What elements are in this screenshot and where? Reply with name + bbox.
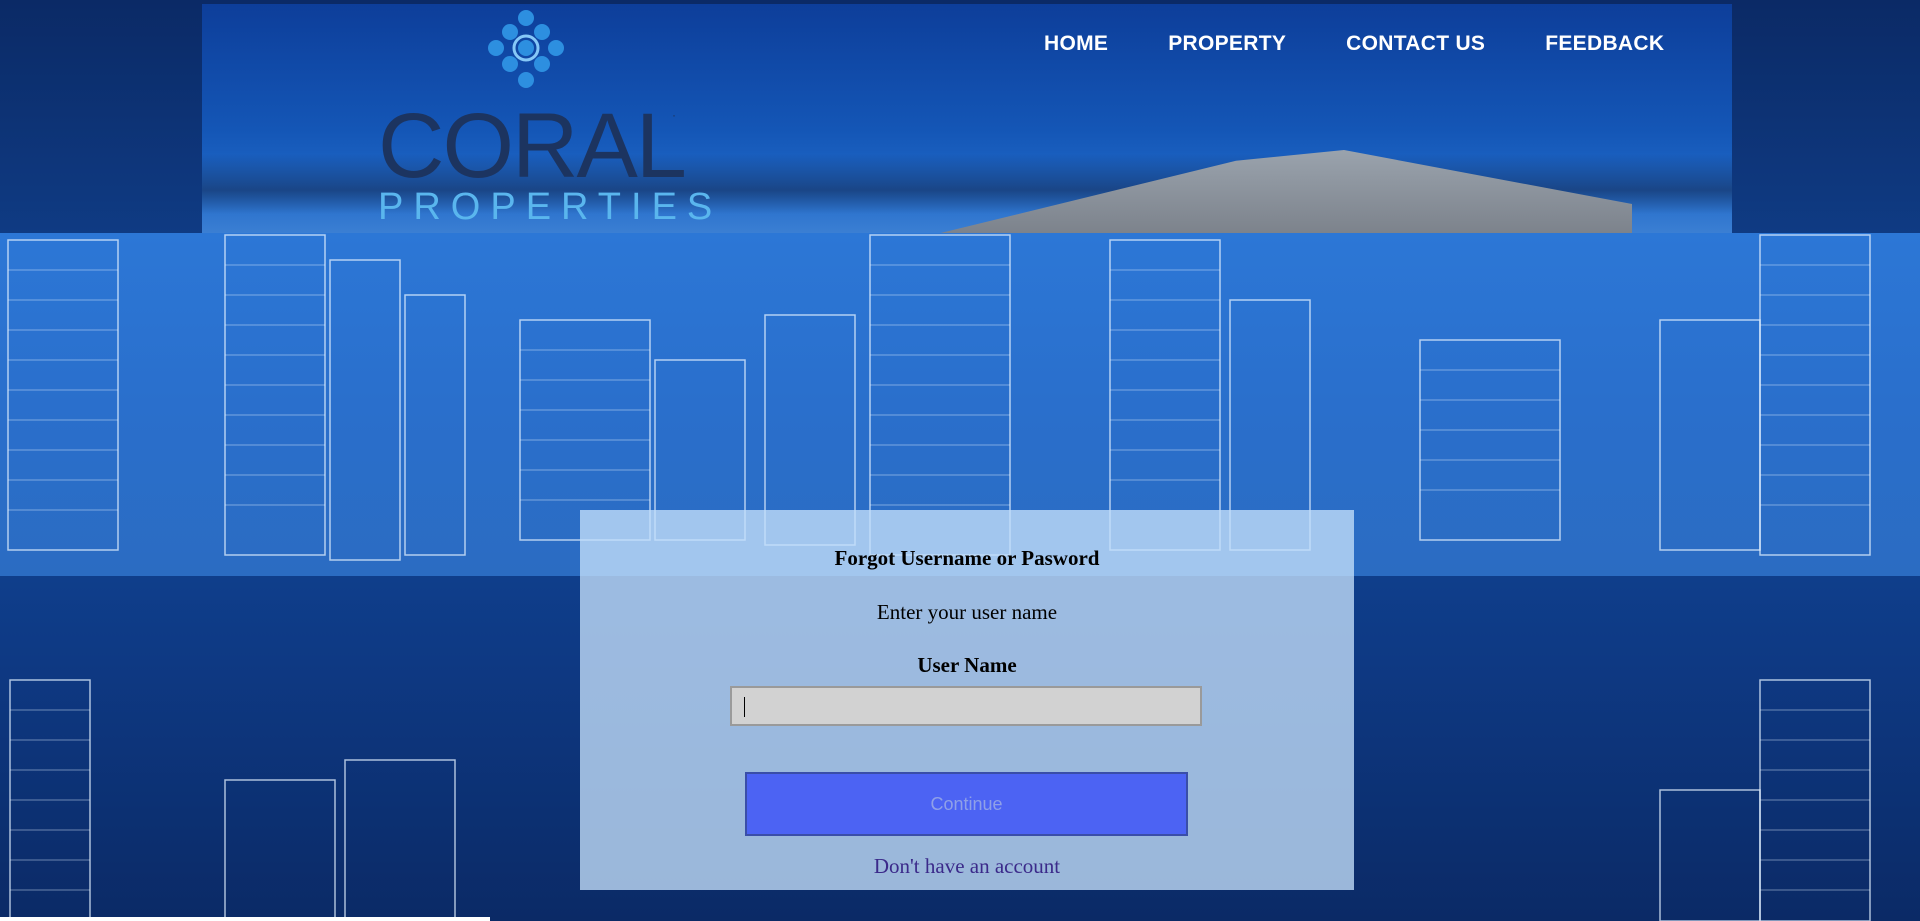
text-caret xyxy=(744,697,745,717)
form-title: Forgot Username or Pasword xyxy=(834,546,1100,570)
nav-property[interactable]: PROPERTY xyxy=(1168,32,1286,56)
nav-contact-us[interactable]: CONTACT US xyxy=(1346,32,1485,56)
nav-feedback[interactable]: FEEDBACK xyxy=(1545,32,1664,56)
signup-link[interactable]: Don't have an account xyxy=(580,854,1354,879)
nav-home[interactable]: HOME xyxy=(1044,32,1108,56)
main-navigation: HOME PROPERTY CONTACT US FEEDBACK xyxy=(1044,32,1724,56)
username-label: User Name xyxy=(917,653,1017,677)
forgot-credentials-card: Forgot Username or Pasword Enter your us… xyxy=(580,510,1354,890)
form-instruction: Enter your user name xyxy=(876,600,1058,624)
brand-name: CORAL xyxy=(378,95,687,197)
continue-button[interactable]: Continue xyxy=(745,772,1188,836)
username-input[interactable] xyxy=(730,686,1202,726)
brand-subtitle: PROPERTIES xyxy=(378,186,723,228)
bottom-edge-strip xyxy=(0,917,490,921)
brand-registered-mark: · xyxy=(672,108,676,122)
site-header: CORAL · PROPERTIES HOME PROPERTY CONTACT… xyxy=(202,4,1732,233)
